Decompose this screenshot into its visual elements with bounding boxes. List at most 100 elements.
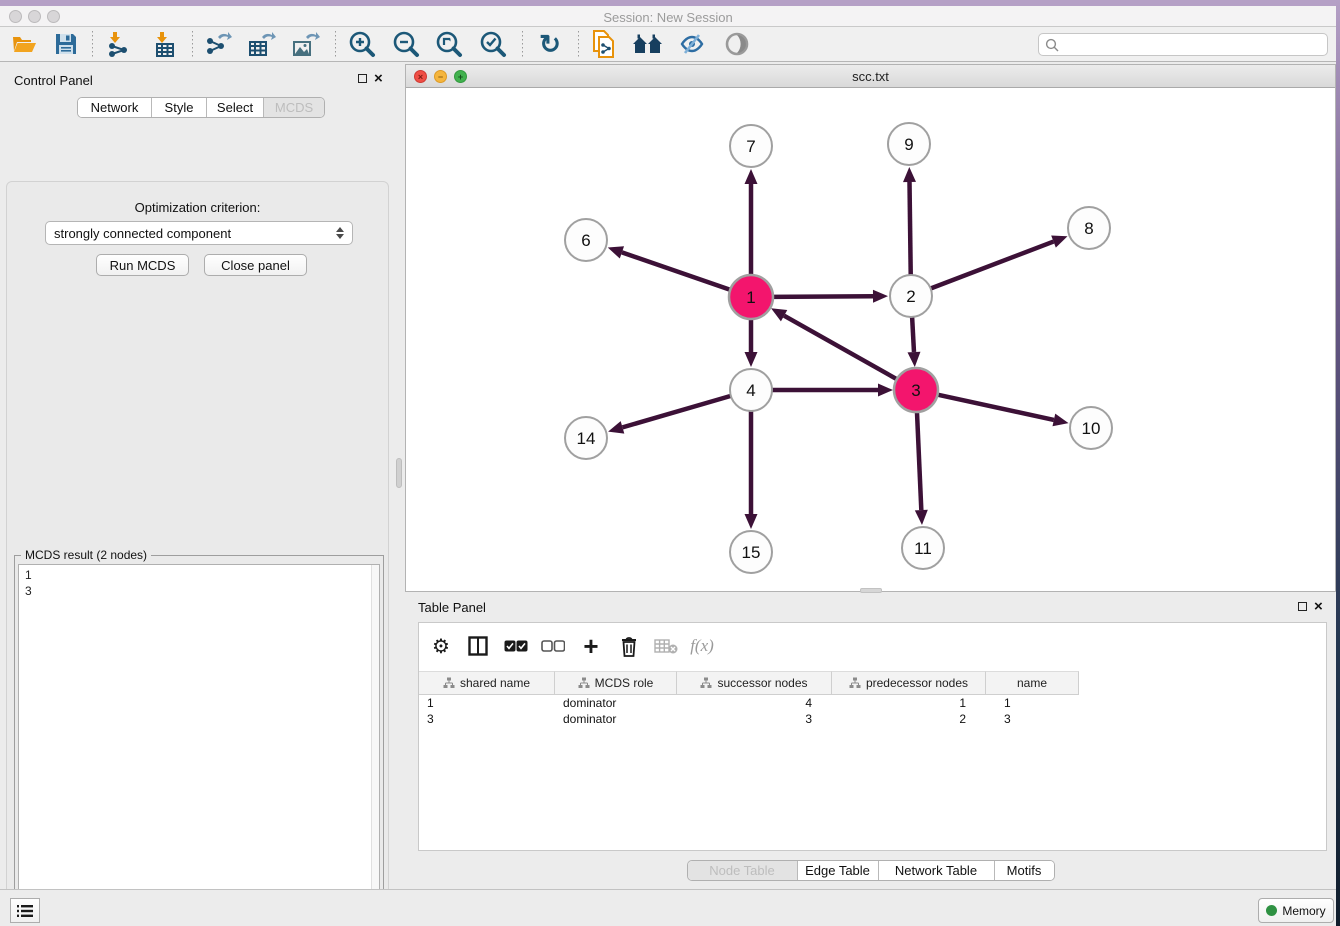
- edge-4-15[interactable]: [745, 411, 758, 529]
- network-canvas[interactable]: 7 9 6 8 1 2 4 3 14 10 15 11: [406, 88, 1335, 591]
- search-input[interactable]: [1059, 38, 1327, 52]
- save-session-button[interactable]: [50, 29, 82, 59]
- open-file-button[interactable]: [8, 29, 40, 59]
- delete-column-button[interactable]: [651, 631, 681, 661]
- graph-node-11[interactable]: 11: [902, 527, 944, 569]
- settings-gear-button[interactable]: ⚙: [426, 631, 456, 661]
- edge-4-14[interactable]: [608, 396, 731, 434]
- search-box[interactable]: [1038, 33, 1328, 56]
- zoom-in-icon: [348, 30, 376, 58]
- mcds-result-list[interactable]: 13: [18, 564, 380, 926]
- hide-panels-button[interactable]: [676, 29, 708, 59]
- horizontal-splitter-handle[interactable]: [860, 588, 882, 593]
- cell-successor-nodes[interactable]: 4: [677, 695, 832, 711]
- cell-shared-name[interactable]: 1: [419, 695, 555, 711]
- select-all-button[interactable]: [501, 631, 531, 661]
- edge-4-3[interactable]: [772, 384, 893, 397]
- criterion-value: strongly connected component: [54, 226, 231, 241]
- cell-predecessor-nodes[interactable]: 1: [832, 695, 986, 711]
- edge-3-1[interactable]: [771, 308, 898, 379]
- zoom-out-button[interactable]: [390, 29, 422, 59]
- graph-node-14[interactable]: 14: [565, 417, 607, 459]
- graph-node-7[interactable]: 7: [730, 125, 772, 167]
- cell-predecessor-nodes[interactable]: 2: [832, 711, 986, 727]
- close-panel-button[interactable]: Close panel: [204, 254, 307, 276]
- graph-node-8[interactable]: 8: [1068, 207, 1110, 249]
- tab-style[interactable]: Style: [152, 98, 207, 117]
- cell-successor-nodes[interactable]: 3: [677, 711, 832, 727]
- edge-2-9[interactable]: [903, 167, 916, 275]
- edge-3-10[interactable]: [937, 394, 1069, 426]
- home-button[interactable]: [632, 29, 664, 59]
- export-table-icon: [248, 31, 276, 57]
- column-header-label: MCDS role: [595, 676, 654, 690]
- graph-node-9[interactable]: 9: [888, 123, 930, 165]
- criterion-select[interactable]: strongly connected component: [45, 221, 353, 245]
- vertical-splitter-handle[interactable]: [396, 458, 402, 488]
- zoom-in-button[interactable]: [346, 29, 378, 59]
- export-network-button[interactable]: [202, 29, 234, 59]
- zoom-fit-button[interactable]: [433, 29, 465, 59]
- attribute-tree-icon: [578, 677, 590, 689]
- edge-2-8[interactable]: [931, 235, 1068, 288]
- import-table-button[interactable]: [149, 29, 181, 59]
- cell-name[interactable]: 3: [986, 711, 1079, 727]
- tab-mcds[interactable]: MCDS: [264, 98, 324, 117]
- graph-node-1[interactable]: 1: [729, 275, 773, 319]
- column-header-predecessor-nodes[interactable]: predecessor nodes: [832, 671, 986, 695]
- tab-network[interactable]: Network: [78, 98, 152, 117]
- column-header-shared-name[interactable]: shared name: [419, 671, 555, 695]
- float-panel-icon[interactable]: [358, 74, 367, 83]
- show-graphics-button[interactable]: [721, 29, 753, 59]
- graph-node-10[interactable]: 10: [1070, 407, 1112, 449]
- cell-shared-name[interactable]: 3: [419, 711, 555, 727]
- float-table-panel-icon[interactable]: [1298, 602, 1307, 611]
- task-history-button[interactable]: [10, 898, 40, 923]
- show-columns-button[interactable]: [463, 631, 493, 661]
- delete-row-button[interactable]: [614, 631, 644, 661]
- cell-mcds-role[interactable]: dominator: [555, 695, 677, 711]
- import-network-button[interactable]: [102, 29, 134, 59]
- graph-node-6[interactable]: 6: [565, 219, 607, 261]
- result-scrollbar[interactable]: [371, 565, 379, 925]
- toolbar-separator: [92, 31, 93, 57]
- tab-network-table[interactable]: Network Table: [879, 861, 995, 880]
- function-builder-button[interactable]: f(x): [687, 631, 717, 661]
- edge-3-11[interactable]: [915, 411, 928, 525]
- duplicate-network-button[interactable]: [588, 29, 620, 59]
- export-image-button[interactable]: [290, 29, 322, 59]
- column-header-name[interactable]: name: [986, 671, 1079, 695]
- graph-node-3[interactable]: 3: [894, 368, 938, 412]
- refresh-layout-button[interactable]: ↻: [534, 29, 566, 59]
- graph-node-15[interactable]: 15: [730, 531, 772, 573]
- column-header-mcds-role[interactable]: MCDS role: [555, 671, 677, 695]
- zoom-selected-button[interactable]: [477, 29, 509, 59]
- tab-node-table[interactable]: Node Table: [688, 861, 798, 880]
- titlebar: Session: New Session: [0, 6, 1336, 27]
- edge-2-3[interactable]: [907, 317, 920, 367]
- control-panel-title: Control Panel: [14, 73, 93, 88]
- cell-name[interactable]: 1: [986, 695, 1079, 711]
- column-header-successor-nodes[interactable]: successor nodes: [677, 671, 832, 695]
- close-table-panel-icon[interactable]: ×: [1314, 601, 1323, 612]
- unselect-all-button[interactable]: [538, 631, 568, 661]
- edge-1-7[interactable]: [745, 169, 758, 276]
- graph-node-4[interactable]: 4: [730, 369, 772, 411]
- memory-button[interactable]: Memory: [1258, 898, 1334, 923]
- tab-select[interactable]: Select: [207, 98, 264, 117]
- add-row-button[interactable]: +: [576, 631, 606, 661]
- export-table-button[interactable]: [246, 29, 278, 59]
- run-mcds-button[interactable]: Run MCDS: [96, 254, 189, 276]
- node-label: 14: [577, 429, 596, 448]
- tab-motifs[interactable]: Motifs: [995, 861, 1054, 880]
- edge-1-4[interactable]: [745, 318, 758, 367]
- edge-1-6[interactable]: [608, 246, 731, 290]
- graph-node-2[interactable]: 2: [890, 275, 932, 317]
- cell-mcds-role[interactable]: dominator: [555, 711, 677, 727]
- table-row[interactable]: 1dominator411: [419, 695, 1326, 711]
- tab-edge-table[interactable]: Edge Table: [798, 861, 879, 880]
- close-panel-icon[interactable]: ×: [374, 73, 383, 84]
- edge-1-2[interactable]: [772, 290, 888, 303]
- table-row[interactable]: 3dominator323: [419, 711, 1326, 727]
- column-header-label: predecessor nodes: [866, 676, 968, 690]
